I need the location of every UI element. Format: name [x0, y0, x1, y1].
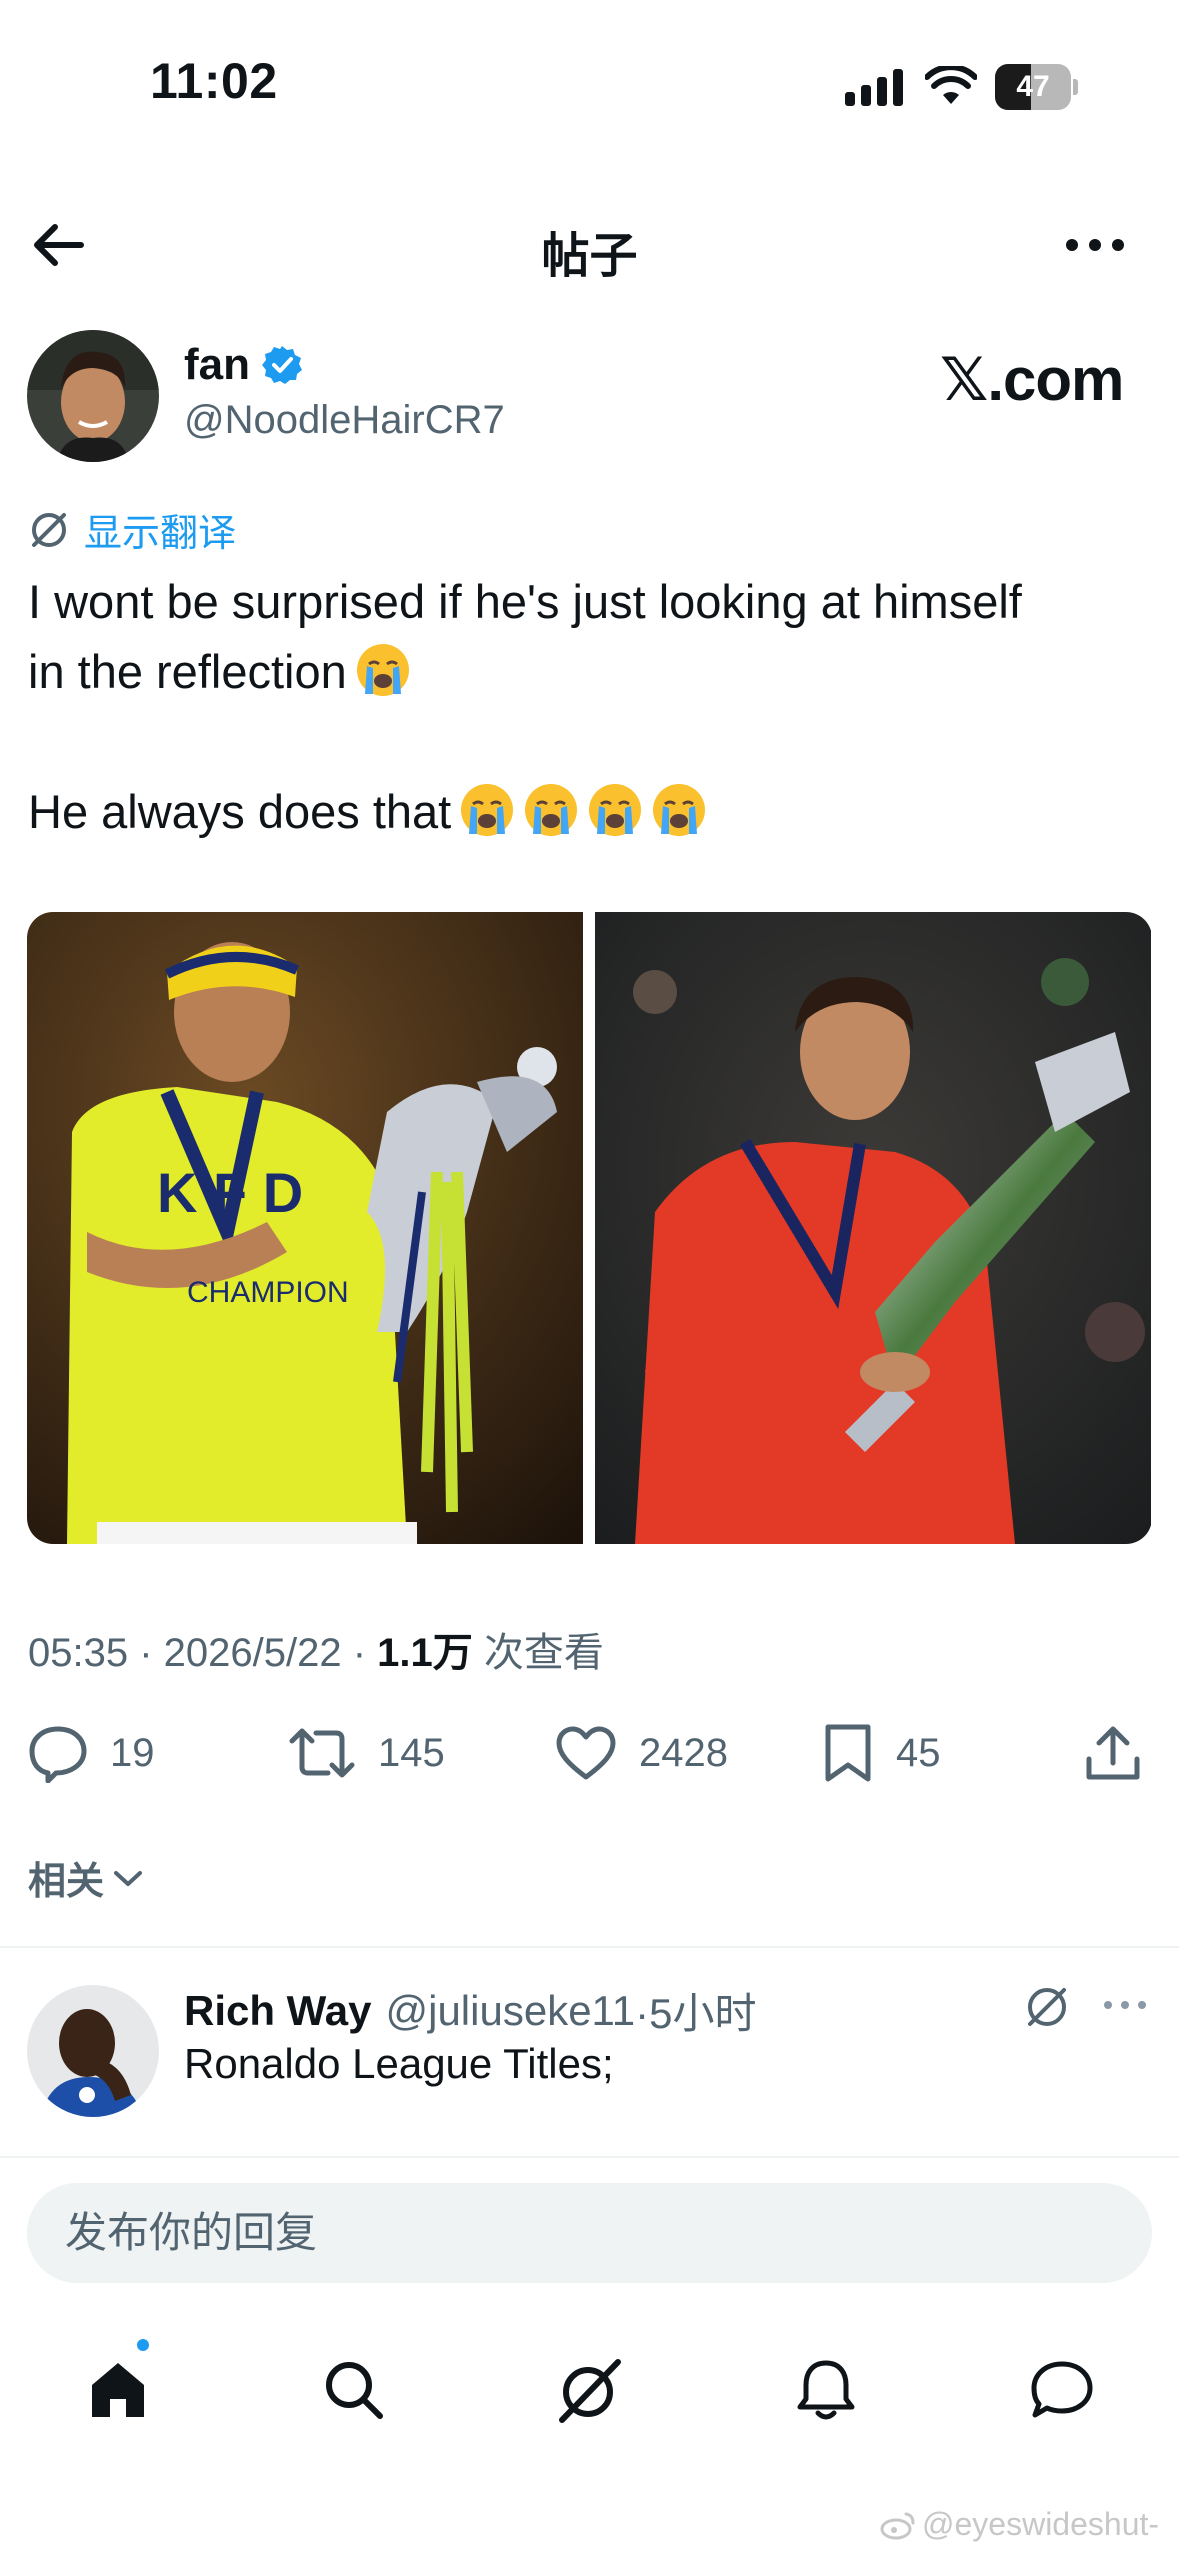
- translate-icon[interactable]: [1022, 1982, 1072, 2032]
- tab-notifications[interactable]: [776, 2340, 876, 2440]
- reply-composer[interactable]: [27, 2183, 1152, 2283]
- bookmark-count: 45: [896, 1730, 941, 1775]
- show-translation-button[interactable]: 显示翻译: [28, 502, 236, 557]
- author-name-row[interactable]: fan: [184, 340, 302, 390]
- reply-author-handle[interactable]: @juliuseke11: [385, 1987, 635, 2035]
- more-horizontal-icon: [1066, 239, 1124, 251]
- more-options-button[interactable]: [1060, 220, 1130, 270]
- post-image-1[interactable]: K F D CHAMPION: [27, 912, 583, 1544]
- wifi-icon: [925, 66, 977, 104]
- more-horizontal-icon: [1104, 2001, 1146, 2009]
- arrow-left-icon: [34, 224, 84, 266]
- tab-grok[interactable]: [540, 2340, 640, 2440]
- author-avatar[interactable]: [27, 330, 159, 462]
- top-navigation: 帖子: [0, 200, 1179, 290]
- post-text: I wont be surprised if he's just looking…: [28, 567, 1158, 847]
- reply-author-name[interactable]: Rich Way: [184, 1987, 371, 2035]
- page-title: 帖子: [541, 230, 638, 283]
- post-timestamp: 05:35 · 2026/5/22 ·: [28, 1631, 378, 1675]
- cellular-signal-icon: [845, 69, 903, 106]
- share-icon: [1086, 1726, 1140, 1780]
- share-button[interactable]: [1085, 1718, 1141, 1788]
- repost-count: 145: [378, 1730, 445, 1775]
- repost-button[interactable]: 145: [288, 1718, 445, 1788]
- status-time: 11:02: [150, 53, 278, 109]
- divider: [0, 2156, 1179, 2158]
- author-handle[interactable]: @NoodleHairCR7: [184, 398, 505, 443]
- reply-text: Ronaldo League Titles;: [184, 2040, 614, 2087]
- bookmark-icon: [825, 1724, 871, 1782]
- tab-home[interactable]: [68, 2340, 168, 2440]
- reply-more-button[interactable]: [1100, 1985, 1150, 2025]
- reply-count: 19: [110, 1730, 155, 1775]
- post-actions-bar: 19 145 2428 45: [0, 1718, 1179, 1788]
- reply-button[interactable]: 19: [28, 1718, 155, 1788]
- divider: [0, 1946, 1179, 1948]
- watermark-text: @eyeswideshut-: [922, 2506, 1160, 2542]
- weibo-logo-icon: [880, 2512, 915, 2539]
- notifications-icon: [797, 2360, 855, 2420]
- reply-avatar[interactable]: [27, 1985, 159, 2117]
- repost-icon: [289, 1728, 355, 1778]
- like-count: 2428: [639, 1730, 728, 1775]
- view-count: 1.1万: [377, 1631, 473, 1675]
- related-toggle[interactable]: 相关: [28, 1850, 144, 1905]
- battery-icon: 47: [995, 64, 1078, 110]
- post-meta: 05:35 · 2026/5/22 · 1.1万 次查看: [28, 1620, 604, 1678]
- home-icon: [92, 2363, 144, 2417]
- verified-badge-icon: [262, 346, 302, 384]
- reply-input[interactable]: [27, 2183, 1152, 2283]
- translate-label[interactable]: 显示翻译: [84, 502, 236, 557]
- svg-text:CHAMPION: CHAMPION: [187, 1276, 349, 1309]
- post-text-line: in the reflection: [28, 637, 1158, 707]
- back-button[interactable]: [26, 215, 90, 275]
- post-image-2[interactable]: [595, 912, 1151, 1544]
- search-icon: [326, 2362, 383, 2419]
- author-name[interactable]: fan: [184, 340, 250, 390]
- crying-face-emoji-icon: [653, 784, 706, 836]
- svg-text:K F D: K F D: [157, 1161, 303, 1224]
- reply-header: Rich Way @juliuseke11 ·5小时: [184, 1980, 757, 2041]
- post-text-line: He always does that: [28, 777, 1158, 847]
- related-label: 相关: [28, 1861, 105, 1903]
- crying-face-emoji-icon: [461, 784, 514, 836]
- messages-icon: [1031, 2361, 1093, 2418]
- bookmark-button[interactable]: 45: [822, 1718, 941, 1788]
- like-button[interactable]: 2428: [555, 1718, 728, 1788]
- source-badge: 𝕏.com: [940, 346, 1124, 413]
- chevron-down-icon: [114, 1870, 143, 1886]
- unread-dot: [134, 2336, 152, 2354]
- tab-messages[interactable]: [1012, 2340, 1112, 2440]
- post-media-grid: K F D CHAMPION: [27, 912, 1152, 1544]
- grok-icon: [559, 2359, 621, 2423]
- bottom-tab-bar: [0, 2330, 1179, 2450]
- battery-percent: 47: [1016, 70, 1050, 103]
- reply-time: ·5小时: [635, 1990, 757, 2037]
- watermark: @eyeswideshut-: [880, 2506, 1159, 2543]
- heart-icon: [556, 1726, 616, 1780]
- view-count-label: 次查看: [472, 1631, 604, 1675]
- reply-icon: [29, 1726, 87, 1783]
- tab-search[interactable]: [304, 2340, 404, 2440]
- crying-face-emoji-icon: [356, 644, 409, 696]
- post-text-line: I wont be surprised if he's just looking…: [28, 575, 1022, 628]
- translate-icon: [32, 512, 66, 547]
- crying-face-emoji-icon: [525, 784, 578, 836]
- crying-face-emoji-icon: [589, 784, 642, 836]
- status-bar: 11:02 47: [0, 0, 1179, 170]
